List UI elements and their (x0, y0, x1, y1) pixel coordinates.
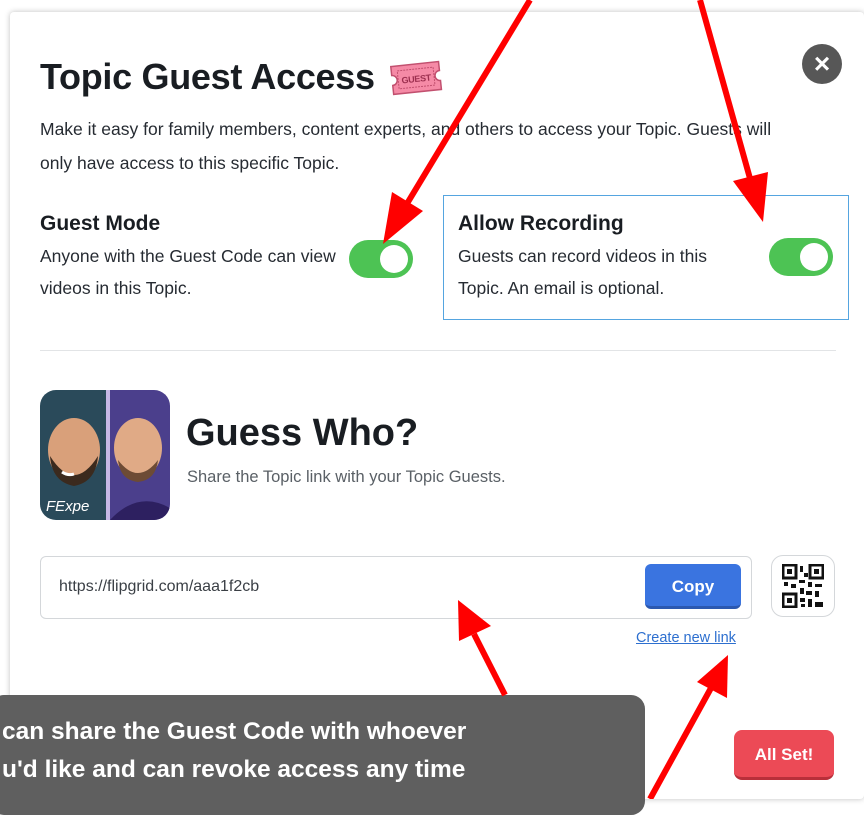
annotation-callout: can share the Guest Code with whoever u'… (0, 695, 645, 815)
dialog-title: Topic Guest Access GUEST (40, 56, 443, 98)
topic-link-text[interactable]: https://flipgrid.com/aaa1f2cb (59, 578, 259, 596)
copy-link-button[interactable]: Copy (645, 564, 741, 609)
qr-code-button[interactable] (771, 555, 835, 617)
all-set-button[interactable]: All Set! (734, 730, 834, 780)
qr-code-icon (782, 564, 824, 608)
guest-mode-toggle[interactable] (349, 240, 413, 278)
allow-recording-heading: Allow Recording (458, 212, 624, 235)
topic-avatar: FExpe (40, 390, 170, 520)
annotation-line-1: can share the Guest Code with whoever (2, 718, 467, 745)
dialog-description: Make it easy for family members, content… (40, 119, 772, 173)
guest-mode-section: Guest Mode Anyone with the Guest Code ca… (40, 212, 340, 304)
guest-mode-heading: Guest Mode (40, 212, 161, 235)
guest-ticket-icon: GUEST (387, 58, 444, 96)
avatar-text: FExpe (46, 498, 89, 515)
allow-recording-section: Allow Recording Guests can record videos… (443, 195, 849, 320)
guest-mode-description: Anyone with the Guest Code can view vide… (40, 246, 336, 298)
allow-recording-description: Guests can record videos in this Topic. … (458, 246, 708, 298)
toggle-knob (800, 243, 828, 271)
dialog-title-text: Topic Guest Access (40, 56, 375, 97)
toggle-knob (380, 245, 408, 273)
topic-subtitle: Share the Topic link with your Topic Gue… (187, 468, 506, 486)
allow-recording-toggle[interactable] (769, 238, 833, 276)
annotation-line-2: u'd like and can revoke access any time (2, 756, 466, 783)
topic-name: Guess Who? (186, 412, 419, 454)
section-divider (40, 350, 836, 351)
create-new-link[interactable]: Create new link (636, 630, 736, 646)
topic-link-field: https://flipgrid.com/aaa1f2cb Copy (40, 556, 752, 619)
close-button[interactable]: × (802, 44, 842, 84)
